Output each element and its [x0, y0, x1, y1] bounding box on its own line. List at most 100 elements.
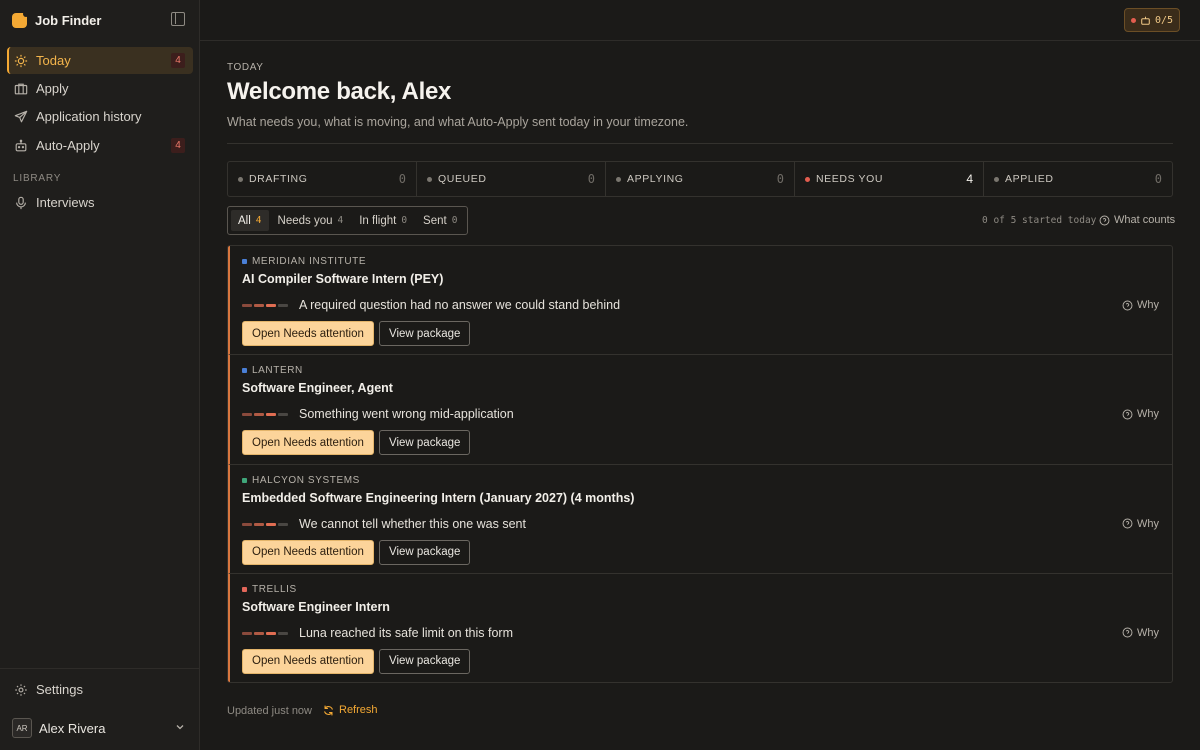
list-item: HALCYON SYSTEMS Embedded Software Engine… — [228, 464, 1172, 574]
sidebar: Job Finder Today 4 Apply Application his… — [0, 0, 200, 750]
stat-dot-icon — [616, 176, 621, 182]
tab-sent[interactable]: Sent 0 — [416, 210, 464, 231]
tab-count: 0 — [401, 215, 408, 226]
refresh-button[interactable]: Refresh — [323, 704, 378, 716]
stat-dot-icon — [805, 176, 810, 182]
brand[interactable]: Job Finder — [12, 10, 101, 30]
why-link[interactable]: Why — [1122, 299, 1159, 311]
list-item: MERIDIAN INSTITUTE AI Compiler Software … — [228, 246, 1172, 356]
stat-label: APPLIED — [1005, 173, 1054, 185]
view-package-button[interactable]: View package — [379, 321, 471, 346]
progress-indicator — [242, 631, 288, 635]
job-title[interactable]: Software Engineer, Agent — [242, 381, 393, 395]
status-dot-icon — [1131, 17, 1136, 23]
tab-count: 4 — [337, 215, 344, 226]
open-needs-attention-button[interactable]: Open Needs attention — [242, 648, 374, 674]
gear-icon — [14, 683, 28, 697]
sidebar-item-settings[interactable]: Settings — [7, 676, 193, 703]
tab-all[interactable]: All 4 — [231, 210, 269, 231]
help-circle-icon — [1122, 300, 1133, 310]
why-label: Why — [1137, 408, 1159, 421]
open-needs-attention-button[interactable]: Open Needs attention — [242, 321, 374, 346]
job-title[interactable]: Software Engineer Intern — [242, 600, 390, 614]
why-label: Why — [1137, 517, 1159, 530]
refresh-label: Refresh — [339, 704, 378, 716]
company-label: MERIDIAN INSTITUTE — [252, 256, 367, 267]
why-link[interactable]: Why — [1122, 627, 1159, 639]
page-eyebrow: TODAY — [227, 62, 264, 73]
stat-label: APPLYING — [627, 173, 684, 185]
what-counts-link[interactable]: What counts — [1099, 214, 1175, 226]
divider — [227, 143, 1173, 144]
pipeline-stats: DRAFTING 0 QUEUED 0 APPLYING 0 NEEDS YOU… — [227, 161, 1173, 197]
sidebar-item-interviews[interactable]: Interviews — [7, 189, 193, 216]
app-title: Job Finder — [35, 12, 102, 28]
filter-tabs: All 4 Needs you 4 In flight 0 Sent 0 — [227, 206, 469, 235]
stat-applying: APPLYING 0 — [606, 162, 795, 196]
open-needs-attention-button[interactable]: Open Needs attention — [242, 430, 374, 456]
stat-dot-icon — [427, 176, 432, 182]
help-circle-icon — [1122, 627, 1133, 638]
tab-in-flight[interactable]: In flight 0 — [352, 210, 414, 231]
sidebar-item-auto-apply[interactable]: Auto-Apply 4 — [7, 132, 193, 159]
progress-indicator — [242, 522, 288, 526]
open-needs-attention-button[interactable]: Open Needs attention — [242, 539, 374, 565]
microphone-icon — [14, 196, 28, 210]
view-package-button[interactable]: View package — [379, 539, 471, 565]
view-package-button[interactable]: View package — [379, 430, 471, 456]
sidebar-item-label: Today — [36, 53, 71, 68]
page-title: Welcome back, Alex — [227, 78, 452, 105]
why-link[interactable]: Why — [1122, 518, 1159, 530]
why-label: Why — [1137, 299, 1159, 311]
company-name: TRELLIS — [242, 584, 297, 595]
sidebar-toggle-icon[interactable] — [171, 12, 185, 26]
stat-label: DRAFTING — [249, 173, 308, 185]
section-label-library: LIBRARY — [13, 173, 62, 184]
sidebar-item-application-history[interactable]: Application history — [7, 103, 193, 130]
view-package-button[interactable]: View package — [379, 648, 471, 674]
auto-apply-quota-badge[interactable]: 0/5 — [1124, 8, 1180, 32]
topbar: 0/5 — [200, 0, 1200, 41]
chevron-down-icon[interactable] — [175, 722, 185, 732]
job-title[interactable]: AI Compiler Software Intern (PEY) — [242, 272, 443, 286]
why-link[interactable]: Why — [1122, 408, 1159, 420]
app-logo-icon — [12, 10, 29, 28]
sidebar-item-label: Auto-Apply — [36, 138, 100, 153]
stat-value: 0 — [587, 172, 595, 186]
company-label: TRELLIS — [252, 583, 297, 595]
stat-dot-icon — [994, 176, 999, 182]
status-message: We cannot tell whether this one was sent — [299, 516, 526, 531]
sidebar-item-label: Apply — [36, 81, 69, 96]
avatar[interactable]: AR — [12, 718, 32, 738]
sidebar-item-today[interactable]: Today 4 — [7, 47, 193, 74]
stat-label: QUEUED — [438, 173, 487, 185]
company-dot-icon — [242, 368, 247, 374]
tab-label: In flight — [359, 214, 397, 227]
count-badge: 4 — [171, 138, 185, 153]
user-name[interactable]: Alex Rivera — [39, 721, 105, 736]
sidebar-item-apply[interactable]: Apply — [7, 75, 193, 102]
robot-icon — [1141, 16, 1150, 25]
company-name: MERIDIAN INSTITUTE — [242, 256, 366, 267]
count-badge: 4 — [171, 53, 185, 68]
tab-needs-you[interactable]: Needs you 4 — [271, 210, 351, 231]
refresh-icon — [324, 704, 333, 716]
company-label: HALCYON SYSTEMS — [252, 474, 360, 486]
status-message: Luna reached its safe limit on this form — [299, 625, 513, 640]
list-item: LANTERN Software Engineer, Agent Somethi… — [228, 355, 1172, 465]
company-dot-icon — [242, 586, 247, 592]
tab-label: All — [238, 214, 251, 227]
job-title[interactable]: Embedded Software Engineering Intern (Ja… — [242, 491, 634, 505]
stat-needs-you: NEEDS YOU 4 — [795, 162, 984, 196]
stat-drafting: DRAFTING 0 — [228, 162, 417, 196]
tab-label: Needs you — [277, 214, 333, 227]
company-dot-icon — [242, 259, 247, 264]
robot-icon — [14, 139, 28, 153]
progress-indicator — [242, 304, 288, 307]
company-dot-icon — [242, 477, 247, 483]
company-label: LANTERN — [252, 365, 303, 377]
started-today-count: 0 of 5 started today — [982, 215, 1097, 226]
sidebar-item-label: Interviews — [36, 195, 95, 210]
last-updated: Updated just now — [227, 705, 312, 717]
what-counts-label: What counts — [1114, 214, 1176, 226]
